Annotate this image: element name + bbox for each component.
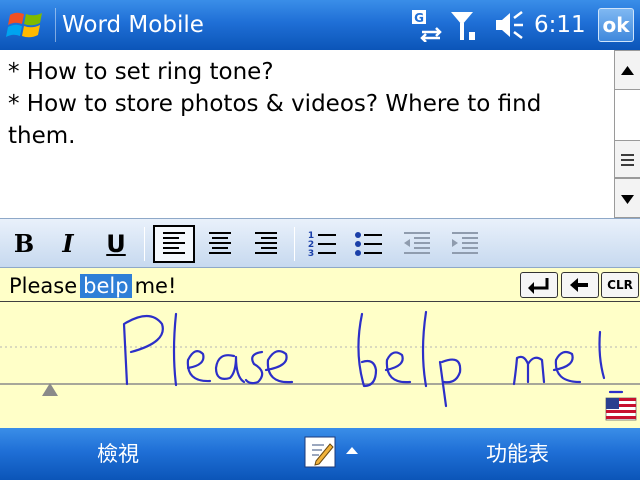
document-text[interactable]: * How to set ring tone? * How to store p…	[0, 50, 614, 158]
grip-icon	[621, 154, 634, 166]
increase-indent-icon	[452, 232, 478, 254]
enter-key-button[interactable]	[520, 272, 558, 298]
arrow-down-icon	[621, 195, 634, 204]
list-number: 3	[308, 249, 314, 259]
volume-icon[interactable]	[492, 8, 526, 42]
backspace-icon	[570, 278, 588, 292]
recognized-text: Please belp me!	[6, 272, 179, 300]
windows-flag-icon	[6, 12, 42, 38]
align-right-icon	[255, 232, 277, 254]
align-left-icon	[163, 232, 185, 254]
input-panel-pen-icon	[304, 436, 336, 468]
title-divider	[55, 8, 56, 42]
handwriting-strokes	[122, 310, 624, 408]
bulleted-list-button[interactable]	[350, 225, 386, 263]
backspace-key-button[interactable]	[561, 272, 599, 298]
enter-icon	[528, 278, 549, 294]
recognized-word[interactable]: Please	[6, 274, 80, 298]
handwriting-canvas[interactable]	[0, 302, 640, 428]
clear-key-button[interactable]: CLR	[601, 272, 639, 298]
decrease-indent-button[interactable]	[398, 225, 434, 263]
app-title: Word Mobile	[62, 12, 204, 38]
numbered-list-button[interactable]: 1 2 3	[304, 225, 340, 263]
formatting-toolbar: B I U 1 2 3	[0, 218, 640, 268]
italic-label: I	[62, 229, 74, 258]
numbered-list-icon: 1 2 3	[308, 231, 336, 259]
italic-button[interactable]: I	[50, 225, 86, 263]
recognized-word[interactable]: me!	[132, 274, 180, 298]
input-method-chevron-up-icon[interactable]	[344, 444, 360, 456]
signal-strength-icon[interactable]	[448, 8, 478, 42]
underline-button[interactable]: U	[98, 225, 134, 263]
bold-button[interactable]: B	[6, 225, 42, 263]
clock[interactable]: 6:11	[534, 10, 586, 40]
document-line: them.	[8, 123, 76, 149]
align-center-button[interactable]	[202, 225, 238, 263]
arrow-up-icon	[621, 66, 634, 75]
right-softkey-menu[interactable]: 功能表	[486, 440, 549, 468]
start-menu-button[interactable]	[4, 5, 48, 45]
decrease-indent-icon	[404, 232, 430, 254]
left-softkey-view[interactable]: 檢視	[97, 440, 139, 468]
recognized-word-selected[interactable]: belp	[80, 274, 132, 298]
input-panel-button[interactable]	[304, 436, 336, 468]
toolbar-separator	[294, 227, 295, 261]
bulleted-list-icon	[355, 232, 382, 256]
scroll-thumb[interactable]	[615, 140, 640, 178]
underline-label: U	[106, 230, 126, 258]
title-bar: Word Mobile G 6:11 ok	[0, 0, 640, 50]
bold-label: B	[13, 229, 35, 258]
scroll-down-button[interactable]	[615, 178, 640, 218]
scroll-up-button[interactable]	[615, 50, 640, 90]
vertical-scrollbar[interactable]	[614, 50, 640, 218]
toolbar-separator	[144, 227, 145, 261]
align-center-icon	[209, 232, 231, 254]
document-line: * How to store photos & videos? Where to…	[8, 91, 542, 117]
increase-indent-button[interactable]	[446, 225, 482, 263]
handwriting-panel[interactable]	[0, 302, 640, 428]
data-connection-icon[interactable]: G	[410, 8, 444, 42]
svg-text:G: G	[414, 11, 424, 25]
menu-bar: 檢視 功能表	[0, 428, 640, 480]
align-right-button[interactable]	[248, 225, 284, 263]
document-area[interactable]: * How to set ring tone? * How to store p…	[0, 50, 614, 218]
us-flag-icon[interactable]	[605, 397, 637, 421]
recognition-strip: Please belp me! CLR	[0, 268, 640, 302]
document-line: * How to set ring tone?	[8, 59, 274, 85]
align-left-button[interactable]	[153, 225, 195, 263]
ok-button[interactable]: ok	[598, 8, 634, 42]
insertion-marker-icon	[42, 383, 58, 396]
